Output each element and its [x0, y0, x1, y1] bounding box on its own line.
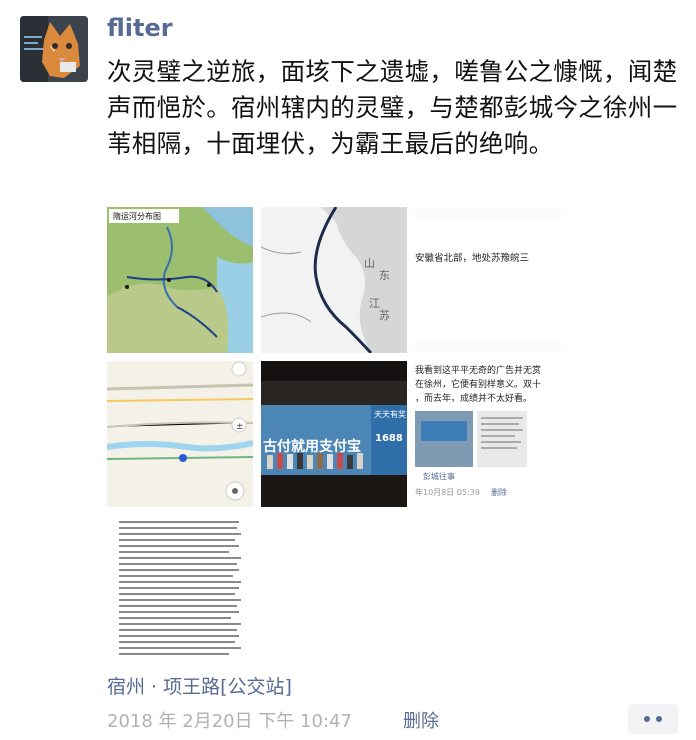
thumbnail-article-1[interactable]: 安徽省北部，地处苏豫皖三 [415, 207, 561, 353]
article2-line-3: ，而去年，成绩并不太好看。 [415, 392, 532, 404]
article2-delete: 删除 [491, 487, 507, 497]
thumbnail-long-text[interactable] [107, 515, 253, 661]
thumbnail-canal-map[interactable]: 隋运河分布图 [107, 207, 253, 353]
image-grid: 隋运河分布图 山 东 江 苏 安徽省北部，地处苏豫皖三 ± 天天有奖 1688 … [107, 207, 562, 667]
article2-meta: 年10月8日 05:39 [415, 487, 480, 497]
cat-avatar-icon [20, 16, 88, 82]
article2-line-1: 我看到这平平无奇的广告并无赏 [415, 364, 541, 376]
author-name[interactable]: fliter [107, 14, 173, 42]
article1-line: 安徽省北部，地处苏豫皖三 [415, 252, 529, 264]
banner-top: 天天有奖 [374, 409, 406, 419]
post-timestamp: 2018 年 2月20日 下午 10:47 [107, 711, 352, 732]
map2-label-1: 山 [364, 257, 375, 270]
route-map-image: 山 东 江 苏 [261, 207, 407, 353]
banner-number: 1688 [375, 433, 403, 444]
map2-label-2: 东 [379, 269, 390, 282]
map2-label-4: 苏 [379, 309, 390, 322]
svg-text:±: ± [236, 422, 244, 432]
street-map-image: ± [107, 361, 253, 507]
thumbnail-street-map[interactable]: ± [107, 361, 253, 507]
location-link[interactable]: 宿州 · 项王路[公交站] [107, 672, 292, 699]
dot-icon [644, 716, 650, 722]
banner-text: 古付就用支付宝 [263, 438, 361, 455]
delete-button[interactable]: 删除 [403, 707, 439, 733]
article-1-image: 安徽省北部，地处苏豫皖三 [415, 207, 561, 353]
avatar[interactable] [20, 16, 88, 82]
thumbnail-stage-photo[interactable]: 天天有奖 1688 古付就用支付宝 [261, 361, 407, 507]
long-text-image [107, 515, 253, 661]
map1-title: 隋运河分布图 [113, 211, 161, 221]
article-2-image: 我看到这平平无奇的广告并无赏 在徐州，它便有别样意义。双十 ，而去年，成绩并不太… [415, 361, 561, 507]
dot-icon [656, 716, 662, 722]
article2-source: 彭城往事 [423, 471, 455, 481]
thumbnail-article-2[interactable]: 我看到这平平无奇的广告并无赏 在徐州，它便有别样意义。双十 ，而去年，成绩并不太… [415, 361, 561, 507]
post-text: 次灵璧之逆旅，面垓下之遗墟，嗟鲁公之慷慨，闻楚声而悒於。宿州辖内的灵璧，与楚都彭… [107, 57, 678, 158]
stage-photo-image: 天天有奖 1688 古付就用支付宝 [261, 361, 407, 507]
article2-line-2: 在徐州，它便有别样意义。双十 [415, 378, 541, 390]
canal-map-image: 隋运河分布图 [107, 207, 253, 353]
thumbnail-route-map[interactable]: 山 东 江 苏 [261, 207, 407, 353]
more-options-button[interactable] [628, 704, 678, 734]
